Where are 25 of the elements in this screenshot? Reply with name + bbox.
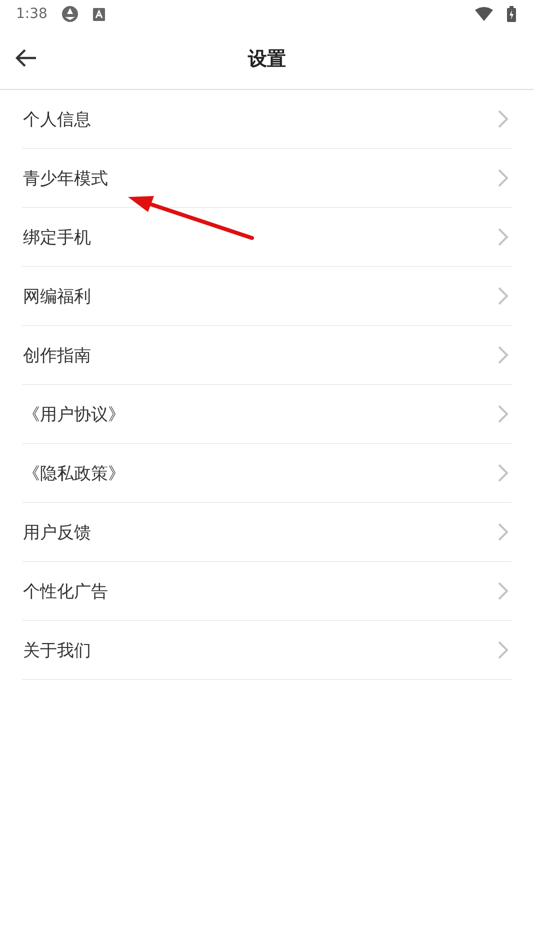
- chevron-right-icon: [497, 463, 509, 483]
- chevron-right-icon: [497, 227, 509, 247]
- settings-item[interactable]: 个性化广告: [22, 562, 512, 621]
- settings-item[interactable]: 创作指南: [22, 326, 512, 385]
- chevron-right-icon: [497, 109, 509, 129]
- chevron-right-icon: [497, 345, 509, 365]
- settings-item[interactable]: 个人信息: [22, 90, 512, 149]
- settings-item[interactable]: 《隐私政策》: [22, 444, 512, 503]
- chevron-right-icon: [497, 581, 509, 601]
- status-time: 1:38: [16, 6, 48, 22]
- settings-item[interactable]: 关于我们: [22, 621, 512, 680]
- settings-item[interactable]: 《用户协议》: [22, 385, 512, 444]
- settings-item[interactable]: 用户反馈: [22, 503, 512, 562]
- chevron-right-icon: [497, 640, 509, 660]
- page-title: 设置: [248, 46, 286, 72]
- chevron-right-icon: [497, 404, 509, 424]
- settings-item[interactable]: 绑定手机: [22, 208, 512, 267]
- battery-charging-icon: [507, 6, 516, 22]
- wifi-icon: [475, 7, 493, 21]
- keyboard-a-icon: [93, 8, 106, 20]
- chevron-right-icon: [497, 168, 509, 188]
- settings-item[interactable]: 网编福利: [22, 267, 512, 326]
- back-button[interactable]: [14, 47, 38, 69]
- chevron-right-icon: [497, 522, 509, 542]
- chevron-right-icon: [497, 286, 509, 306]
